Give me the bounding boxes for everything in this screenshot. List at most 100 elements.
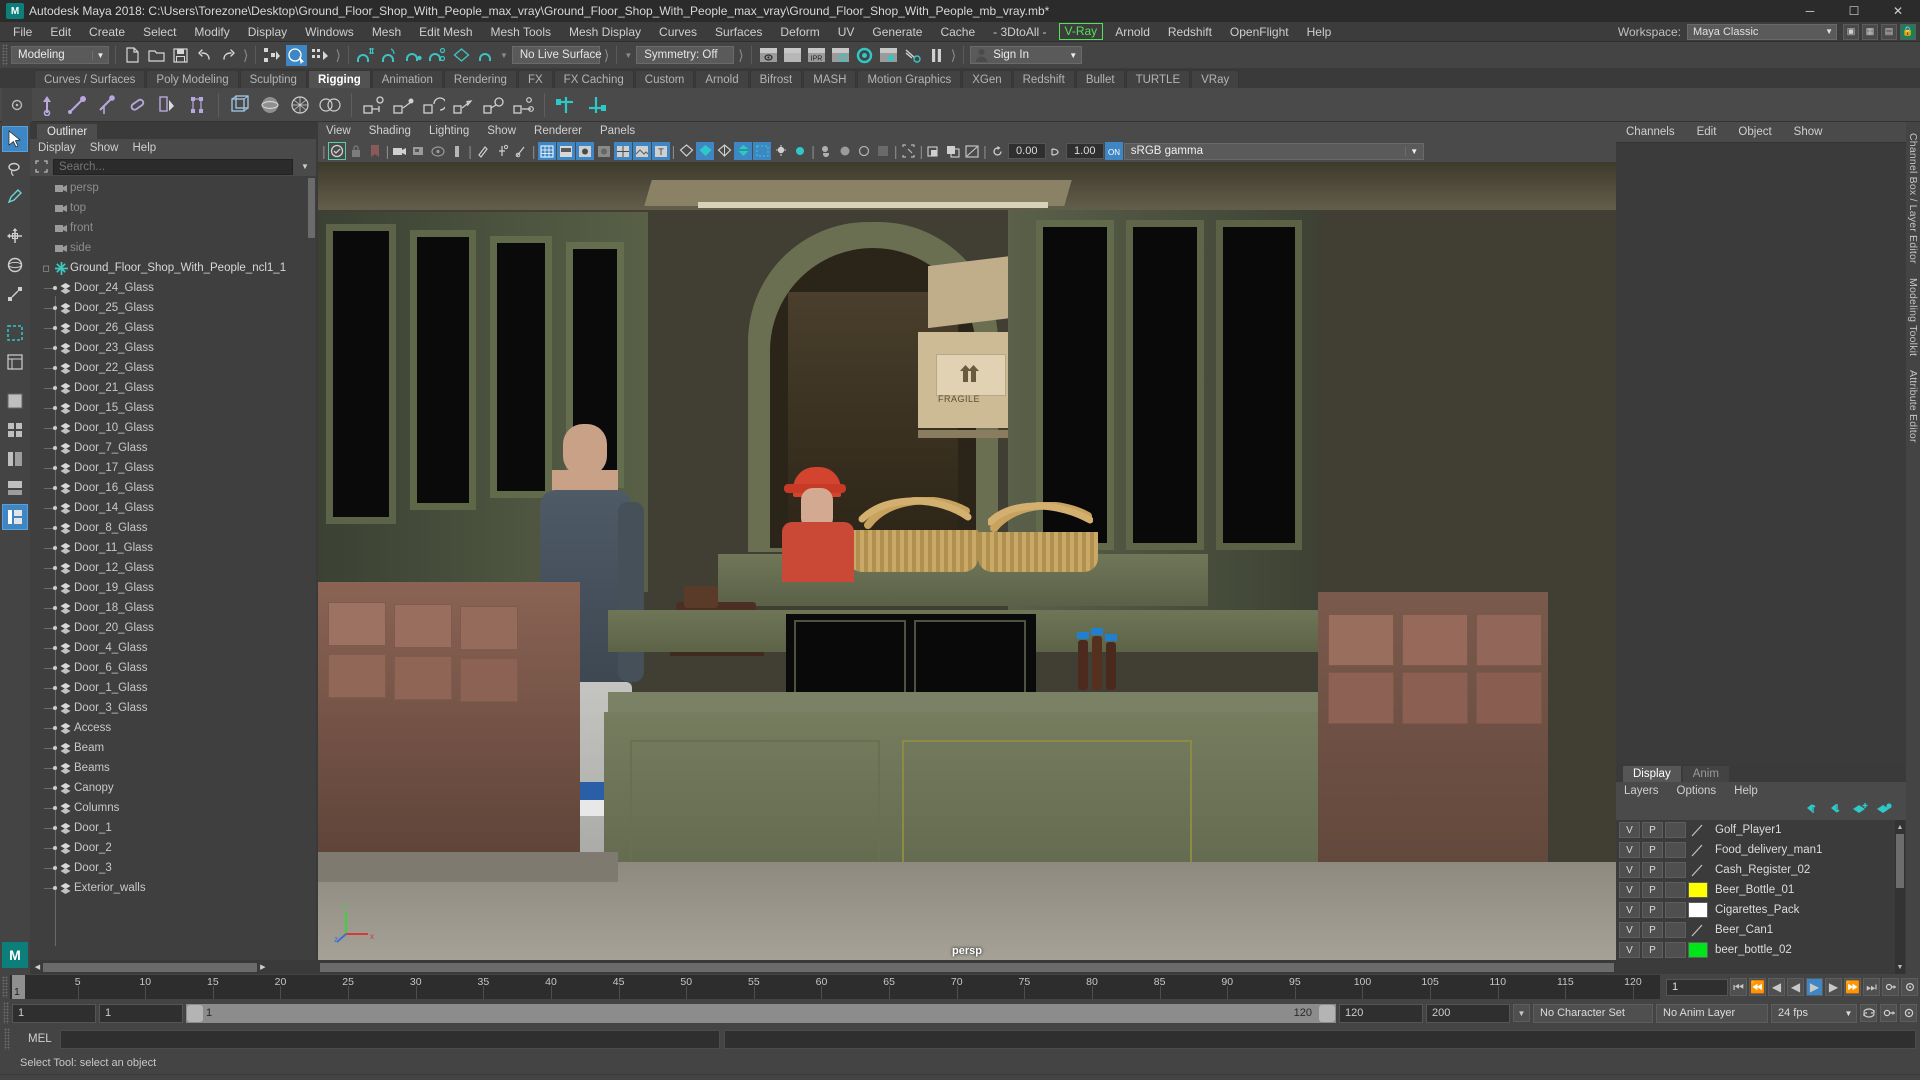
rail-tab-attribute-editor[interactable]: Attribute Editor bbox=[1907, 370, 1919, 443]
channel-box-body[interactable] bbox=[1616, 142, 1906, 764]
layer-playback-toggle[interactable]: P bbox=[1642, 882, 1663, 898]
step-forward-key-button[interactable]: ⏩ bbox=[1844, 978, 1861, 996]
shelf-tab-rendering[interactable]: Rendering bbox=[443, 70, 517, 88]
menu-item-deform[interactable]: Deform bbox=[771, 22, 828, 42]
menu-item-mesh-display[interactable]: Mesh Display bbox=[560, 22, 650, 42]
layer-visibility-toggle[interactable]: V bbox=[1619, 842, 1640, 858]
new-scene-icon[interactable] bbox=[122, 45, 143, 66]
layer-visibility-toggle[interactable]: V bbox=[1619, 822, 1640, 838]
workspace-save-icon[interactable]: ▣ bbox=[1843, 23, 1859, 40]
outliner-item[interactable]: Door_21_Glass bbox=[30, 378, 316, 398]
go-to-start-button[interactable]: ⏮ bbox=[1730, 978, 1747, 996]
outliner-item[interactable]: Door_11_Glass bbox=[30, 538, 316, 558]
shelf-tab-xgen[interactable]: XGen bbox=[962, 70, 1012, 88]
bounding-box-display-icon[interactable] bbox=[753, 142, 772, 160]
outliner-item[interactable]: Door_24_Glass bbox=[30, 278, 316, 298]
play-forwards-button[interactable]: ▶ bbox=[1806, 978, 1823, 996]
layer-playback-toggle[interactable]: P bbox=[1642, 902, 1663, 918]
menu-item-openflight[interactable]: OpenFlight bbox=[1221, 22, 1298, 42]
snap-to-curve-icon[interactable] bbox=[379, 45, 400, 66]
menu-item-windows[interactable]: Windows bbox=[296, 22, 363, 42]
smooth-shade-selected-icon[interactable] bbox=[575, 142, 594, 160]
layer-reference-toggle[interactable] bbox=[1665, 882, 1686, 898]
xray-display-icon[interactable] bbox=[696, 142, 715, 160]
layer-visibility-toggle[interactable]: V bbox=[1619, 902, 1640, 918]
channel-box-menu-object[interactable]: Object bbox=[1738, 126, 1771, 138]
layer-playback-toggle[interactable]: P bbox=[1642, 942, 1663, 958]
snap-to-point-icon[interactable] bbox=[403, 45, 424, 66]
range-start-field[interactable]: 1 bbox=[99, 1003, 183, 1023]
symmetry-dropdown-arrow[interactable]: ▼ bbox=[623, 51, 633, 60]
outliner-item[interactable]: Door_25_Glass bbox=[30, 298, 316, 318]
menu-item-surfaces[interactable]: Surfaces bbox=[706, 22, 771, 42]
scale-tool-button[interactable] bbox=[2, 281, 28, 307]
shelf-tab-mash[interactable]: MASH bbox=[803, 70, 857, 88]
shelf-tab-fx-caching[interactable]: FX Caching bbox=[553, 70, 634, 88]
make-live-icon[interactable] bbox=[475, 45, 496, 66]
menu-item-modify[interactable]: Modify bbox=[185, 22, 238, 42]
lasso-tool-button[interactable] bbox=[2, 155, 28, 181]
constraint-pole-icon[interactable] bbox=[509, 91, 537, 119]
playback-start-field[interactable]: 1 bbox=[12, 1003, 96, 1023]
menu-item-file[interactable]: File bbox=[4, 22, 41, 42]
toolbar-grip[interactable] bbox=[2, 44, 8, 66]
command-input[interactable] bbox=[60, 1029, 720, 1049]
viewport-menu-show[interactable]: Show bbox=[487, 125, 516, 137]
outliner-item[interactable]: front bbox=[30, 218, 316, 238]
smooth-shade-all-icon[interactable] bbox=[556, 142, 575, 160]
menu-item-mesh-tools[interactable]: Mesh Tools bbox=[482, 22, 560, 42]
select-tool-button[interactable] bbox=[2, 126, 28, 152]
bind-skin-icon[interactable] bbox=[183, 91, 211, 119]
outliner-item[interactable]: Door_23_Glass bbox=[30, 338, 316, 358]
layer-playback-toggle[interactable]: P bbox=[1642, 822, 1663, 838]
go-to-end-button[interactable]: ⏭ bbox=[1863, 978, 1880, 996]
scroll-thumb[interactable] bbox=[320, 962, 1614, 972]
time-slider[interactable]: 1 5 10 15 20 25 30 35 40 45 50 55 60 65 70 75 80 85 90 95 1… bbox=[10, 975, 1660, 999]
outliner-item[interactable]: persp bbox=[30, 178, 316, 198]
outliner-item[interactable]: Door_17_Glass bbox=[30, 458, 316, 478]
expand-toggle-icon[interactable]: ◻ bbox=[40, 263, 52, 274]
symmetry-field[interactable]: Symmetry: Off bbox=[636, 46, 735, 64]
ik-handle-icon[interactable] bbox=[63, 91, 91, 119]
new-layer-from-selected-icon[interactable] bbox=[1852, 802, 1868, 818]
shelf-tab-curves-surfaces[interactable]: Curves / Surfaces bbox=[34, 70, 146, 88]
paint-selection-tool-button[interactable] bbox=[2, 184, 28, 210]
layer-playback-toggle[interactable]: P bbox=[1642, 922, 1663, 938]
outliner-tree[interactable]: persp top front side ◻ Ground_Floor_Shop_With… bbox=[30, 176, 316, 960]
layer-color-swatch[interactable] bbox=[1688, 822, 1708, 838]
range-start-handle[interactable] bbox=[187, 1004, 203, 1022]
shelf-tab-rigging[interactable]: Rigging bbox=[307, 70, 371, 88]
menu-item-generate[interactable]: Generate bbox=[863, 22, 931, 42]
exposure-toggle-icon[interactable] bbox=[474, 142, 492, 160]
layer-tab-display[interactable]: Display bbox=[1622, 765, 1682, 782]
workspace-lock-icon[interactable]: 🔒 bbox=[1900, 23, 1916, 40]
menu-item-mesh[interactable]: Mesh bbox=[363, 22, 410, 42]
gamma-reset-icon[interactable] bbox=[1047, 142, 1065, 160]
shelf-tab-poly-modeling[interactable]: Poly Modeling bbox=[146, 70, 239, 88]
lighting-all-icon[interactable] bbox=[791, 142, 809, 160]
two-sided-lighting-icon[interactable] bbox=[493, 142, 511, 160]
lighting-default-icon[interactable] bbox=[772, 142, 790, 160]
outliner-menu-show[interactable]: Show bbox=[90, 142, 127, 154]
motion-blur-icon[interactable] bbox=[817, 142, 835, 160]
maximize-button[interactable]: ☐ bbox=[1832, 0, 1876, 22]
channel-box-menu-edit[interactable]: Edit bbox=[1697, 126, 1717, 138]
step-back-key-button[interactable]: ⏪ bbox=[1749, 978, 1766, 996]
exposure-reset-icon[interactable] bbox=[989, 142, 1007, 160]
character-set-select[interactable]: No Character Set bbox=[1533, 1003, 1653, 1023]
range-options-icon[interactable]: ▼ bbox=[1513, 1004, 1530, 1022]
layer-color-swatch[interactable] bbox=[1688, 842, 1708, 858]
scroll-left-icon[interactable]: ◀ bbox=[32, 962, 43, 973]
layer-menu-options[interactable]: Options bbox=[1677, 785, 1717, 797]
outliner-item[interactable]: Door_3_Glass bbox=[30, 698, 316, 718]
viewport-3d-canvas[interactable]: FRAGILE x y z persp bbox=[318, 162, 1616, 960]
outliner-horizontal-scrollbar[interactable]: ◀ ▶ bbox=[30, 960, 316, 974]
shelf-tab-custom[interactable]: Custom bbox=[634, 70, 695, 88]
scroll-right-icon[interactable]: ▶ bbox=[257, 962, 268, 973]
outliner-item[interactable]: Door_18_Glass bbox=[30, 598, 316, 618]
undo-icon[interactable] bbox=[194, 45, 215, 66]
workspace-select[interactable]: Maya Classic ▼ bbox=[1687, 23, 1837, 40]
exposure-value[interactable]: 0.00 bbox=[1007, 143, 1046, 159]
layer-row[interactable]: V P Golf_Player1 bbox=[1616, 820, 1906, 840]
shelf-tab-fx[interactable]: FX bbox=[517, 70, 553, 88]
